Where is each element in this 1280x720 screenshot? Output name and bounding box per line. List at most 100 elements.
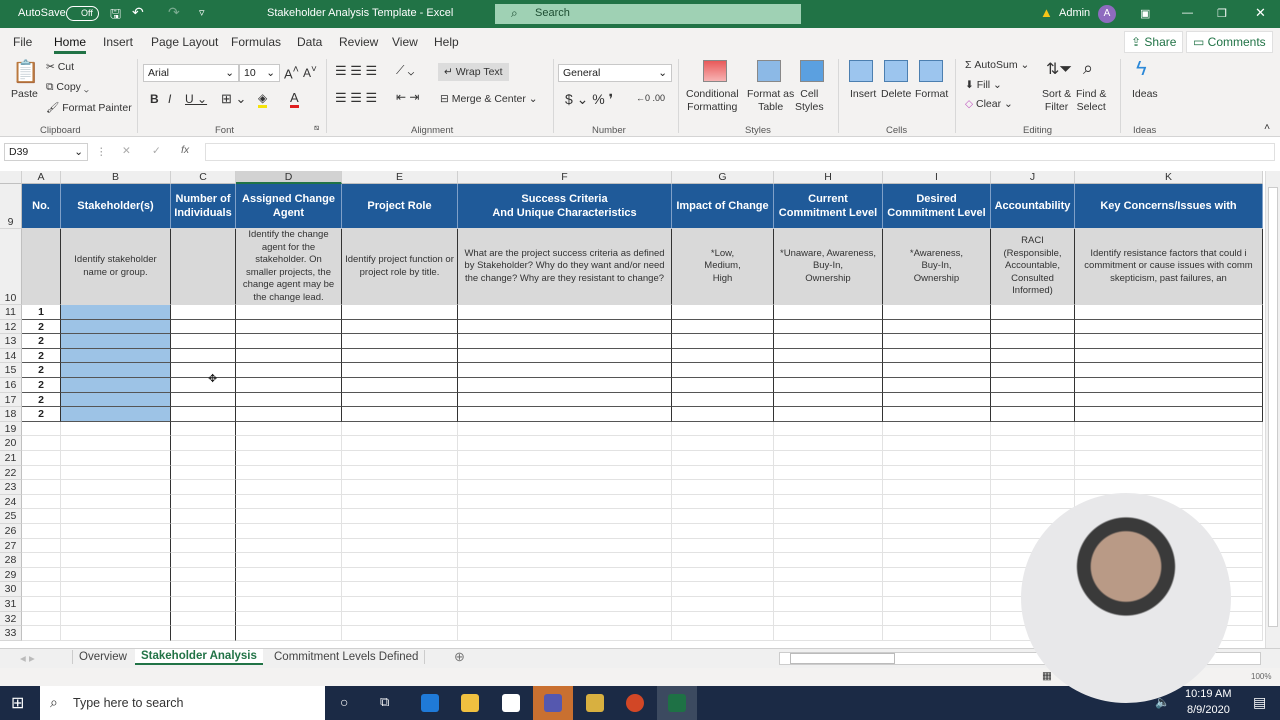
empty-cell[interactable] xyxy=(774,451,883,466)
empty-cell[interactable] xyxy=(991,421,1075,437)
empty-cell[interactable] xyxy=(342,597,458,612)
empty-cell[interactable] xyxy=(672,597,774,612)
paste-button[interactable]: Paste xyxy=(11,88,38,100)
column-description[interactable]: *Awareness, Buy-In, Ownership xyxy=(883,229,991,305)
table-cell[interactable] xyxy=(774,407,883,422)
table-cell[interactable] xyxy=(774,334,883,349)
empty-cell[interactable] xyxy=(22,451,61,466)
stakeholder-cell[interactable] xyxy=(61,378,171,393)
empty-cell[interactable] xyxy=(774,582,883,597)
empty-cell[interactable] xyxy=(672,611,774,627)
table-cell[interactable] xyxy=(171,334,236,349)
table-cell[interactable] xyxy=(883,392,991,408)
empty-cell[interactable] xyxy=(171,494,236,510)
teams-app[interactable] xyxy=(533,686,573,720)
empty-cell[interactable] xyxy=(883,567,991,583)
autosave-toggle[interactable]: Off xyxy=(66,6,99,21)
column-description[interactable] xyxy=(22,229,61,305)
empty-cell[interactable] xyxy=(61,582,171,597)
empty-cell[interactable] xyxy=(22,524,61,539)
row-header[interactable]: 9 xyxy=(0,184,22,229)
empty-cell[interactable] xyxy=(171,451,236,466)
scroll-thumb[interactable] xyxy=(790,653,895,664)
empty-cell[interactable] xyxy=(883,582,991,597)
empty-cell[interactable] xyxy=(458,421,672,437)
bold-icon[interactable]: B xyxy=(150,92,159,106)
format-cells-icon[interactable] xyxy=(919,60,943,82)
table-cell[interactable] xyxy=(171,348,236,364)
table-cell[interactable] xyxy=(1075,363,1263,378)
function-icon[interactable]: fx xyxy=(181,144,189,156)
row-header[interactable]: 32 xyxy=(0,611,22,627)
column-header-g[interactable]: G xyxy=(672,171,774,184)
empty-cell[interactable] xyxy=(236,436,342,451)
align-top-icon[interactable]: ☰ ☰ ☰ xyxy=(335,63,377,79)
row-number-cell[interactable]: 2 xyxy=(22,363,61,378)
table-cell[interactable] xyxy=(1075,348,1263,364)
table-cell[interactable] xyxy=(883,319,991,335)
table-cell[interactable] xyxy=(672,407,774,422)
empty-cell[interactable] xyxy=(458,509,672,524)
table-cell[interactable] xyxy=(672,305,774,320)
empty-cell[interactable] xyxy=(458,597,672,612)
empty-cell[interactable] xyxy=(22,480,61,495)
table-cell[interactable] xyxy=(236,334,342,349)
column-title[interactable]: No. xyxy=(22,184,61,229)
table-cell[interactable] xyxy=(883,378,991,393)
search-box[interactable]: ⌕ Search xyxy=(495,4,801,24)
fill-button[interactable]: ⬇ Fill ⌄ xyxy=(965,79,1002,91)
table-cell[interactable] xyxy=(672,319,774,335)
redo-icon[interactable]: ↷ xyxy=(168,4,180,21)
row-header[interactable]: 18 xyxy=(0,407,22,422)
table-cell[interactable] xyxy=(236,392,342,408)
column-title[interactable]: Impact of Change xyxy=(672,184,774,229)
column-title[interactable]: Accountability xyxy=(991,184,1075,229)
empty-cell[interactable] xyxy=(236,524,342,539)
empty-cell[interactable] xyxy=(22,465,61,481)
empty-cell[interactable] xyxy=(458,494,672,510)
empty-cell[interactable] xyxy=(672,538,774,554)
column-description[interactable]: *Unaware, Awareness, Buy-In, Ownership xyxy=(774,229,883,305)
find-icon[interactable]: ⌕ xyxy=(1083,58,1093,79)
empty-cell[interactable] xyxy=(342,611,458,627)
table-cell[interactable] xyxy=(1075,319,1263,335)
empty-cell[interactable] xyxy=(171,567,236,583)
copy-button[interactable]: ⧉ Copy ⌄ xyxy=(46,81,89,94)
row-header[interactable]: 13 xyxy=(0,334,22,349)
column-title[interactable]: Number of Individuals xyxy=(171,184,236,229)
column-description[interactable]: Identify stakeholder name or group. xyxy=(61,229,171,305)
row-number-cell[interactable]: 2 xyxy=(22,378,61,393)
table-cell[interactable] xyxy=(458,305,672,320)
empty-cell[interactable] xyxy=(171,582,236,597)
empty-cell[interactable] xyxy=(342,509,458,524)
table-cell[interactable] xyxy=(774,378,883,393)
enter-icon[interactable]: ✓ xyxy=(152,145,161,157)
empty-cell[interactable] xyxy=(458,465,672,481)
insert-button[interactable]: Insert xyxy=(850,88,876,100)
sheet-tab-commitment-levels[interactable]: Commitment Levels Defined xyxy=(268,650,426,664)
format-table-icon[interactable] xyxy=(757,60,781,82)
empty-cell[interactable] xyxy=(672,451,774,466)
currency-icon[interactable]: $ ⌄ % ❜ xyxy=(565,91,613,108)
column-description[interactable]: *Low, Medium, High xyxy=(672,229,774,305)
empty-cell[interactable] xyxy=(236,509,342,524)
paste-icon[interactable]: 📋 xyxy=(12,59,39,85)
scroll-thumb[interactable] xyxy=(1268,187,1278,627)
empty-cell[interactable] xyxy=(342,465,458,481)
sheet-tab-stakeholder-analysis[interactable]: Stakeholder Analysis xyxy=(135,649,263,665)
empty-cell[interactable] xyxy=(1075,421,1263,437)
table-cell[interactable] xyxy=(991,407,1075,422)
empty-cell[interactable] xyxy=(672,494,774,510)
empty-cell[interactable] xyxy=(672,465,774,481)
empty-cell[interactable] xyxy=(342,626,458,641)
empty-cell[interactable] xyxy=(22,582,61,597)
empty-cell[interactable] xyxy=(236,553,342,568)
table-cell[interactable] xyxy=(236,348,342,364)
sort-filter-button[interactable]: Sort & Filter xyxy=(1042,88,1071,114)
wrap-text-button[interactable]: ↵ Wrap Text xyxy=(438,63,509,81)
empty-cell[interactable] xyxy=(236,465,342,481)
empty-cell[interactable] xyxy=(774,436,883,451)
table-cell[interactable] xyxy=(1075,378,1263,393)
empty-cell[interactable] xyxy=(458,524,672,539)
empty-cell[interactable] xyxy=(774,567,883,583)
